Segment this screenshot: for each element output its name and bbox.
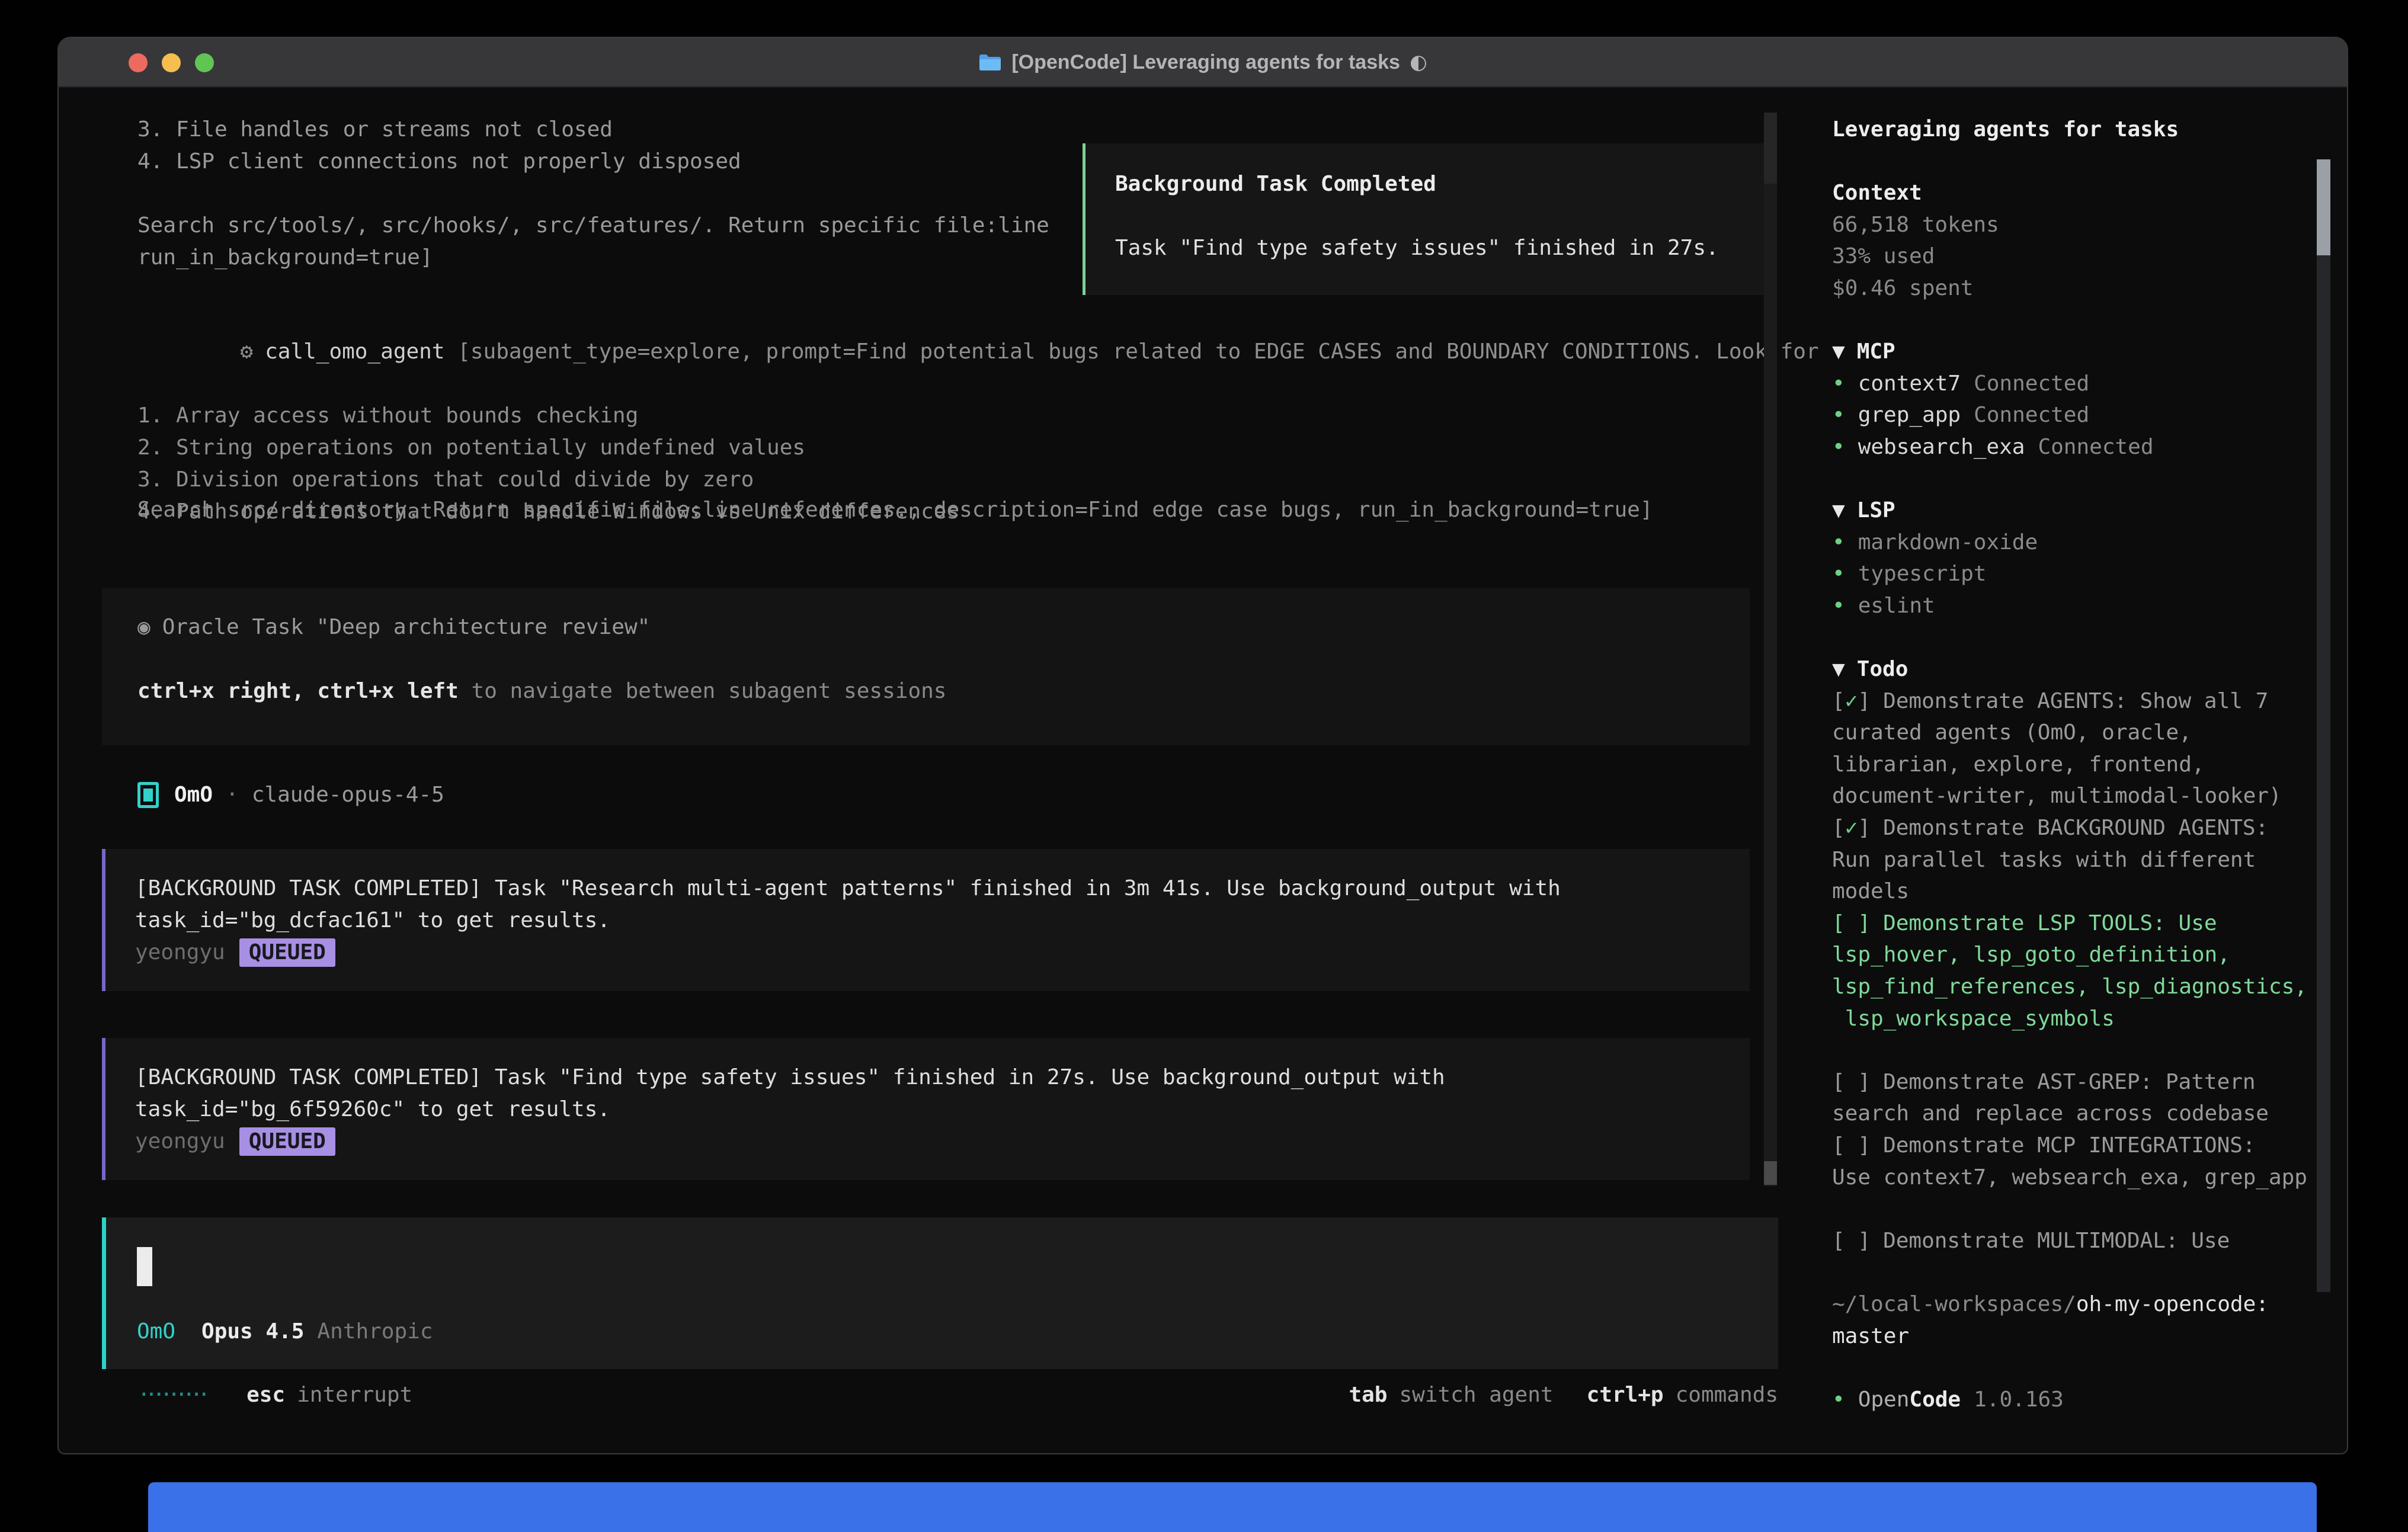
lsp-item: •typescript — [1832, 558, 2313, 590]
app-window: [OpenCode] Leveraging agents for tasks ◐… — [57, 37, 2348, 1454]
lsp-section-header[interactable]: ▼LSP — [1832, 495, 2313, 527]
mcp-list: •context7Connected •grep_appConnected •w… — [1832, 368, 2313, 463]
tool-name: call_omo_agent — [265, 339, 444, 364]
oracle-icon: ◉ — [137, 615, 150, 639]
tool-arg-item: 2. String operations on potentially unde… — [137, 432, 1761, 464]
titlebar[interactable]: [OpenCode] Leveraging agents for tasks ◐ — [59, 38, 2347, 88]
mcp-item: •websearch_exaConnected — [1832, 431, 2313, 463]
workspace-branch: master — [1832, 1321, 2313, 1352]
scrollback-line: 3. File handles or streams not closed — [137, 114, 1737, 146]
hint-keys: ctrl+x right, ctrl+x left — [137, 679, 459, 703]
todo-item: [ ]Demonstrate MCP INTEGRATIONS: Use con… — [1832, 1130, 2313, 1193]
todo-section-header[interactable]: ▼Todo — [1832, 653, 2313, 685]
agent-icon — [137, 782, 159, 808]
background-task-toast: Background Task Completed Task "Find typ… — [1083, 143, 1770, 295]
text-cursor — [137, 1247, 152, 1286]
traffic-lights — [129, 38, 214, 88]
tab-label: switch agent — [1399, 1379, 1553, 1411]
prompt-input[interactable]: OmO Opus 4.5 Anthropic — [102, 1217, 1778, 1369]
lsp-item: •markdown-oxide — [1832, 527, 2313, 559]
esc-label: interrupt — [297, 1379, 412, 1411]
minimize-button[interactable] — [162, 53, 181, 72]
status-dot-icon: • — [1832, 1387, 1845, 1412]
message-author: yeongyu — [135, 937, 225, 969]
todo-item: [✓]Demonstrate BACKGROUND AGENTS: Run pa… — [1832, 812, 2313, 908]
tab-key-hint: tab — [1349, 1379, 1387, 1411]
window-title: [OpenCode] Leveraging agents for tasks — [1011, 51, 1400, 74]
context-spent: $0.46 spent — [1832, 273, 2313, 305]
chevron-down-icon: ▼ — [1832, 657, 1845, 681]
chevron-down-icon: ▼ — [1832, 498, 1845, 523]
ctrlp-key-hint: ctrl+p — [1587, 1379, 1664, 1411]
folder-icon — [978, 52, 1002, 72]
close-button[interactable] — [129, 53, 148, 72]
mcp-section-header[interactable]: ▼MCP — [1832, 336, 2313, 368]
terminal-content: 3. File handles or streams not closed4. … — [59, 88, 2348, 1454]
sidebar-scrollbar-thumb[interactable] — [2317, 159, 2330, 255]
todo-item: [ ]Demonstrate LSP TOOLS: Use lsp_hover,… — [1832, 908, 2313, 1034]
context-tokens: 66,518 tokens — [1832, 209, 2313, 241]
sidebar-scrollbar[interactable] — [2317, 159, 2330, 1292]
status-dot-icon: • — [1832, 594, 1845, 618]
status-bar: ········· esc interrupt tab switch agent… — [137, 1379, 1778, 1411]
message-line-2: task_id="bg_dcfac161" to get results. — [135, 905, 1750, 937]
oracle-task-box: ◉Oracle Task "Deep architecture review" … — [102, 588, 1750, 745]
session-title: Leveraging agents for tasks — [1832, 114, 2313, 146]
background-window-strip — [148, 1482, 2317, 1532]
agent-header: OmO · claude-opus-4-5 — [137, 779, 444, 811]
status-dot-icon: • — [1832, 371, 1845, 396]
navigation-hint: ctrl+x right, ctrl+x left to navigate be… — [137, 675, 1750, 707]
queued-badge: QUEUED — [239, 1127, 335, 1156]
message-line-2: task_id="bg_6f59260c" to get results. — [135, 1094, 1750, 1126]
workspace-path: ~/local-workspaces/oh-my-opencode: — [1832, 1289, 2313, 1321]
agent-name: OmO — [174, 779, 213, 811]
mcp-item: •context7Connected — [1832, 368, 2313, 400]
ctrlp-label: commands — [1676, 1379, 1778, 1411]
tool-call-tail: Search src/ directory. Return specific f… — [137, 494, 1761, 526]
todo-item: [ ]Demonstrate MULTIMODAL: Use — [1832, 1225, 2313, 1257]
opencode-version: •OpenCode1.0.163 — [1832, 1384, 2313, 1416]
mcp-item: •grep_appConnected — [1832, 399, 2313, 431]
background-task-message: [BACKGROUND TASK COMPLETED] Task "Resear… — [102, 849, 1750, 991]
prompt-meta: OmO Opus 4.5 Anthropic — [137, 1316, 433, 1348]
todo-item: [ ]Demonstrate AST-GREP: Pattern search … — [1832, 1066, 2313, 1130]
message-author: yeongyu — [135, 1126, 225, 1158]
status-dot-icon: • — [1832, 562, 1845, 586]
todo-item: [✓]Demonstrate AGENTS: Show all 7 curate… — [1832, 685, 2313, 812]
hint-text: to navigate between subagent sessions — [459, 679, 947, 703]
status-dot-icon: • — [1832, 530, 1845, 555]
lsp-list: •markdown-oxide •typescript •eslint — [1832, 527, 2313, 622]
prompt-agent: OmO — [137, 1316, 175, 1348]
context-heading: Context — [1832, 177, 2313, 209]
tool-arg-item: 1. Array access without bounds checking — [137, 400, 1761, 432]
prompt-model: Opus 4.5 — [201, 1316, 304, 1348]
esc-key-hint: esc — [246, 1379, 285, 1411]
lsp-item: •eslint — [1832, 590, 2313, 622]
oracle-title: Oracle Task "Deep architecture review" — [162, 615, 651, 639]
zoom-button[interactable] — [195, 53, 214, 72]
chevron-down-icon: ▼ — [1832, 339, 1845, 364]
prompt-provider: Anthropic — [317, 1316, 433, 1348]
agent-model: claude-opus-4-5 — [252, 779, 444, 811]
session-state-icon: ◐ — [1410, 50, 1427, 74]
tool-args: [subagent_type=explore, prompt=Find pote… — [457, 339, 1818, 364]
todo-list: [✓]Demonstrate AGENTS: Show all 7 curate… — [1832, 685, 2313, 1257]
separator: · — [226, 779, 239, 811]
message-line-1: [BACKGROUND TASK COMPLETED] Task "Find t… — [135, 1062, 1750, 1094]
message-line-1: [BACKGROUND TASK COMPLETED] Task "Resear… — [135, 873, 1750, 905]
status-dot-icon: • — [1832, 403, 1845, 427]
spinner-dots: ········· — [137, 1379, 205, 1411]
tool-arg-item: 3. Division operations that could divide… — [137, 464, 1761, 496]
background-task-message: [BACKGROUND TASK COMPLETED] Task "Find t… — [102, 1038, 1750, 1180]
toast-title: Background Task Completed — [1115, 168, 1767, 200]
queued-badge: QUEUED — [239, 938, 335, 967]
chat-scrollbar[interactable] — [1764, 113, 1777, 1186]
gear-icon: ⚙ — [240, 339, 253, 364]
sidebar: Leveraging agents for tasks Context 66,5… — [1832, 114, 2313, 1415]
context-used: 33% used — [1832, 241, 2313, 273]
chat-scrollbar-thumb[interactable] — [1764, 1161, 1777, 1185]
toast-body: Task "Find type safety issues" finished … — [1115, 232, 1767, 264]
status-dot-icon: • — [1832, 435, 1845, 459]
